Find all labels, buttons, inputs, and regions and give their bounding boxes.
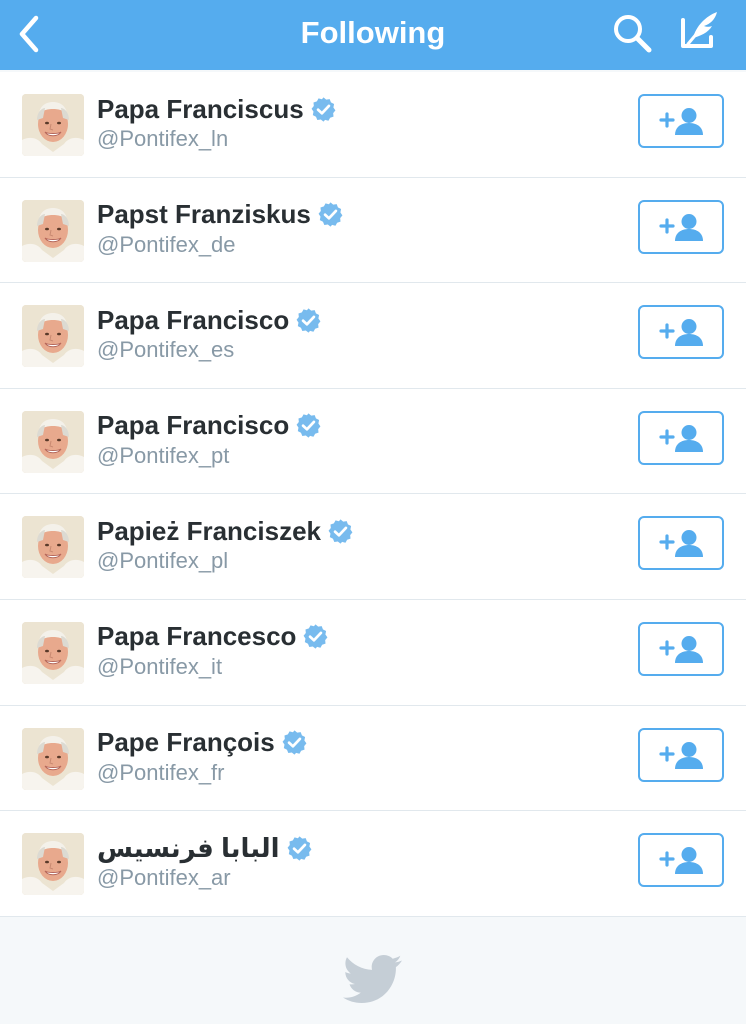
name-line: Papst Franziskus: [97, 198, 344, 232]
verified-badge-icon: [310, 96, 337, 123]
avatar[interactable]: [22, 94, 84, 156]
display-name[interactable]: Papa Francisco: [97, 410, 289, 441]
search-button[interactable]: [609, 10, 655, 56]
display-name[interactable]: Papst Franziskus: [97, 199, 311, 230]
search-icon: [614, 15, 652, 53]
verified-badge-icon: [302, 623, 329, 650]
follow-button[interactable]: [638, 94, 724, 148]
verified-badge-icon: [327, 518, 354, 545]
list-item[interactable]: Papst Franziskus @Pontifex_de: [0, 177, 746, 284]
twitter-bird-icon: [343, 955, 402, 1003]
verified-badge-icon: [295, 307, 322, 334]
chevron-left-icon: [19, 15, 39, 53]
avatar[interactable]: [22, 621, 84, 684]
avatar[interactable]: [22, 199, 84, 262]
username-handle: @Pontifex_pt: [97, 442, 230, 468]
follow-button[interactable]: [638, 199, 724, 254]
display-name[interactable]: Papa Francisco: [97, 305, 289, 336]
username-handle: @Pontifex_es: [97, 337, 235, 363]
list-item[interactable]: Papa Francisco @Pontifex_es: [0, 283, 746, 389]
list-item[interactable]: Papa Francesco @Pontifex_it: [0, 599, 746, 706]
username-handle: @Pontifex_de: [97, 231, 236, 257]
list-item[interactable]: Papa Franciscus @Pontifex_ln: [0, 72, 746, 178]
username-handle: @Pontifex_ln: [97, 126, 229, 151]
avatar[interactable]: [22, 410, 84, 473]
follow-button[interactable]: [638, 727, 724, 782]
avatar[interactable]: [22, 833, 84, 896]
avatar[interactable]: [22, 727, 84, 790]
compose-button[interactable]: [674, 6, 724, 56]
follow-button[interactable]: [638, 305, 724, 360]
name-line: Papa Francisco: [97, 303, 322, 337]
verified-badge-icon: [317, 201, 344, 228]
following-list: Papa Franciscus @Pontifex_ln Papst Franzis…: [0, 72, 746, 918]
avatar[interactable]: [22, 305, 84, 368]
avatar[interactable]: [22, 516, 84, 579]
follow-button[interactable]: [638, 516, 724, 571]
name-line: Papież Franciszek: [97, 514, 354, 548]
username-handle: @Pontifex_it: [97, 653, 223, 679]
verified-badge-icon: [286, 835, 313, 862]
compose-icon: [681, 12, 717, 48]
list-item[interactable]: Papa Francisco @Pontifex_pt: [0, 388, 746, 495]
verified-badge-icon: [281, 729, 308, 756]
display-name[interactable]: Papież Franciszek: [97, 516, 321, 547]
username-handle: @Pontifex_pl: [97, 548, 229, 574]
follow-button[interactable]: [638, 410, 724, 465]
name-line: Papa Francisco: [97, 409, 322, 443]
username-handle: @Pontifex_ar: [97, 865, 231, 891]
back-button[interactable]: [14, 14, 46, 54]
display-name[interactable]: Papa Francesco: [97, 621, 296, 652]
list-item[interactable]: Papież Franciszek @Pontifex_pl: [0, 494, 746, 600]
name-line: Papa Francesco: [97, 620, 329, 654]
follow-button[interactable]: [638, 621, 724, 676]
list-item[interactable]: Pape François @Pontifex_fr: [0, 705, 746, 812]
follow-button[interactable]: [638, 833, 724, 888]
name-line: Papa Franciscus: [97, 92, 337, 126]
display-name[interactable]: Pape François: [97, 727, 275, 758]
display-name[interactable]: البابا فرنسيس: [97, 833, 280, 864]
username-handle: @Pontifex_fr: [97, 759, 225, 785]
name-line: البابا فرنسيس: [97, 831, 313, 865]
verified-badge-icon: [295, 412, 322, 439]
display-name[interactable]: Papa Franciscus: [97, 94, 304, 125]
list-item[interactable]: البابا فرنسيس @Pontifex_ar: [0, 811, 746, 918]
name-line: Pape François: [97, 726, 308, 760]
top-navigation-bar: Following: [0, 0, 746, 70]
